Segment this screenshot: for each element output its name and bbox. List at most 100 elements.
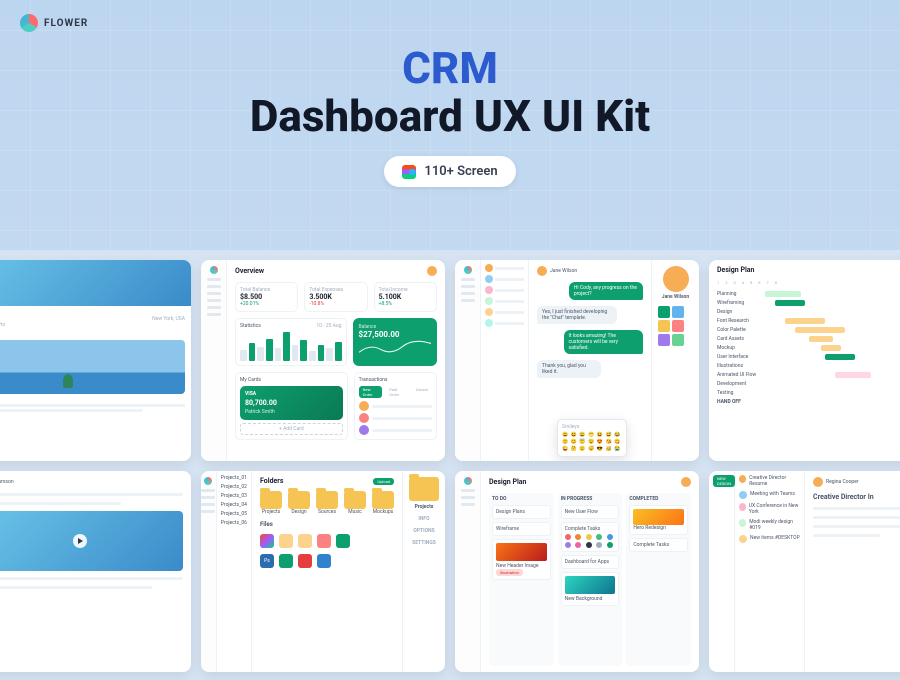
emoji-picker[interactable]: Smileys 😀😃😄😁😆😅😂 🙂😊😇😉😍😘😋 😜🤔😐😴😎🥳😭 xyxy=(557,419,627,457)
tree-item[interactable]: Projects_05 xyxy=(221,511,247,517)
emoji-icon[interactable]: 🥳 xyxy=(606,446,614,452)
file-invision-icon[interactable] xyxy=(317,534,331,548)
screen-overview[interactable]: Overview Total Balance $8.500 +20.01% To… xyxy=(201,260,445,461)
shared-file-thumb[interactable] xyxy=(672,306,684,318)
contact-list[interactable] xyxy=(481,260,529,461)
file-icon[interactable] xyxy=(298,534,312,548)
folder-tree[interactable]: Projects_01 Projects_02 Projects_03 Proj… xyxy=(217,471,252,672)
upload-button[interactable]: Upload xyxy=(373,478,394,485)
gantt-row-label: Development xyxy=(717,381,759,387)
emoji-icon[interactable]: 😋 xyxy=(614,439,622,445)
kanban-card[interactable]: New Header Image Illustration xyxy=(492,539,551,580)
kanban-column-progress[interactable]: IN PROGRESS New User Flow Complete Tasks… xyxy=(558,493,623,666)
new-design-button[interactable]: NEW DESIGN xyxy=(713,475,735,487)
kanban-column-todo[interactable]: TO DO Design Plans Wireframe New Header … xyxy=(489,493,554,666)
emoji-icon[interactable]: 😆 xyxy=(597,432,605,438)
emoji-icon[interactable]: 🤔 xyxy=(571,446,579,452)
stat-delta: +20.01% xyxy=(240,301,293,307)
list-item[interactable]: Meeting with Teams xyxy=(739,491,800,499)
kanban-card[interactable]: Hero Redesign xyxy=(629,505,688,535)
list-item[interactable]: UX Conference in New York xyxy=(739,503,800,515)
shared-file-thumb[interactable] xyxy=(658,306,670,318)
file-figma-icon[interactable] xyxy=(260,534,274,548)
stat-delta: +8.5% xyxy=(379,301,432,307)
screen-folders[interactable]: Projects_01 Projects_02 Projects_03 Proj… xyxy=(201,471,445,672)
kanban-column-done[interactable]: COMPLETED Hero Redesign Complete Tasks xyxy=(626,493,691,666)
list-item[interactable]: Modi weekly design #019 xyxy=(739,519,800,531)
folder-item[interactable]: Projects xyxy=(260,491,282,515)
emoji-icon[interactable]: 😎 xyxy=(597,446,605,452)
chat-bubble-out: Hi Cody, any progress on the project? xyxy=(569,282,643,300)
kanban-card[interactable]: Wireframe xyxy=(492,522,551,536)
chat-contact-name: Jane Wilson xyxy=(550,268,577,274)
file-icon[interactable] xyxy=(279,554,293,568)
kanban-card[interactable]: Complete Tasks xyxy=(561,522,620,552)
emoji-icon[interactable]: 😊 xyxy=(571,439,579,445)
transactions-card: Transactions New Order Paid Order Cancel xyxy=(354,372,437,440)
file-pdf-icon[interactable] xyxy=(298,554,312,568)
author-name: Regina Cooper xyxy=(826,479,859,485)
screen-feed-2[interactable]: Williamson xyxy=(0,471,191,672)
kanban-card[interactable]: Design Plans xyxy=(492,505,551,519)
avatar[interactable] xyxy=(427,266,437,276)
shared-file-thumb[interactable] xyxy=(672,334,684,346)
emoji-icon[interactable]: 😀 xyxy=(562,432,570,438)
tree-item[interactable]: Projects_01 xyxy=(221,475,247,481)
tree-item[interactable]: Projects_04 xyxy=(221,502,247,508)
tree-item[interactable]: Projects_02 xyxy=(221,484,247,490)
sparkline-icon xyxy=(359,339,432,357)
folder-item[interactable]: Design xyxy=(288,491,310,515)
file-icon[interactable] xyxy=(336,534,350,548)
kanban-card[interactable]: New User Flow xyxy=(561,505,620,519)
tree-item[interactable]: Projects_03 xyxy=(221,493,247,499)
emoji-icon[interactable]: 😜 xyxy=(562,446,570,452)
list-item[interactable]: Creative Director Resume xyxy=(739,475,800,487)
tab-cancel[interactable]: Cancel xyxy=(412,386,432,398)
kanban-card[interactable]: New Background xyxy=(561,572,620,606)
emoji-icon[interactable]: 😃 xyxy=(571,432,579,438)
screen-kanban[interactable]: Design Plan TO DO Design Plans Wireframe… xyxy=(455,471,699,672)
video-thumbnail[interactable] xyxy=(0,511,183,571)
file-sketch-icon[interactable] xyxy=(279,534,293,548)
tree-item[interactable]: Projects_06 xyxy=(221,520,247,526)
emoji-icon[interactable]: 😉 xyxy=(588,439,596,445)
emoji-icon[interactable]: 😐 xyxy=(579,446,587,452)
kanban-card[interactable]: Complete Tasks xyxy=(629,538,688,552)
emoji-icon[interactable]: 😅 xyxy=(606,432,614,438)
folder-item[interactable]: Music xyxy=(344,491,366,515)
emoji-icon[interactable]: 😁 xyxy=(588,432,596,438)
screen-gantt[interactable]: Design Plan September 12345678 Planning … xyxy=(709,260,900,461)
file-doc-icon[interactable] xyxy=(317,554,331,568)
emoji-icon[interactable]: 😴 xyxy=(588,446,596,452)
file-photoshop-icon[interactable]: Ps xyxy=(260,554,274,568)
emoji-icon[interactable]: 🙂 xyxy=(562,439,570,445)
emoji-icon[interactable]: 😇 xyxy=(579,439,587,445)
emoji-icon[interactable]: 😂 xyxy=(614,432,622,438)
tab-neworder[interactable]: New Order xyxy=(359,386,383,398)
emoji-icon[interactable]: 😘 xyxy=(606,439,614,445)
folder-item[interactable]: Mockups xyxy=(372,491,394,515)
play-icon[interactable] xyxy=(73,534,87,548)
shared-file-thumb[interactable] xyxy=(658,320,670,332)
folder-item[interactable]: Sources xyxy=(316,491,338,515)
feed-role: Marketing Pro xyxy=(0,322,5,328)
screen-tasks[interactable]: NEW DESIGN Creative Director Resume Meet… xyxy=(709,471,900,672)
task-list[interactable]: Creative Director Resume Meeting with Te… xyxy=(735,471,805,672)
flower-logo-icon xyxy=(464,266,472,274)
avatar[interactable] xyxy=(681,477,691,487)
flower-logo-icon xyxy=(464,477,472,485)
column-title: COMPLETED xyxy=(629,496,688,502)
add-card-button[interactable]: + Add Card xyxy=(240,423,343,435)
emoji-icon[interactable]: 😭 xyxy=(614,446,622,452)
folder-icon xyxy=(288,491,310,509)
gantt-row-label: Wireframing xyxy=(717,300,759,306)
screen-feed[interactable]: Williamson Marketing Pro New York, USA xyxy=(0,260,191,461)
shared-file-thumb[interactable] xyxy=(658,334,670,346)
kanban-card[interactable]: Dashboard for Apps xyxy=(561,555,620,569)
list-item[interactable]: New items #DESKTOP xyxy=(739,535,800,543)
emoji-icon[interactable]: 😄 xyxy=(579,432,587,438)
tab-paidorder[interactable]: Paid Order xyxy=(385,386,409,398)
shared-file-thumb[interactable] xyxy=(672,320,684,332)
emoji-icon[interactable]: 😍 xyxy=(597,439,605,445)
screen-chat[interactable]: Jane Wilson Hi Cody, any progress on the… xyxy=(455,260,699,461)
